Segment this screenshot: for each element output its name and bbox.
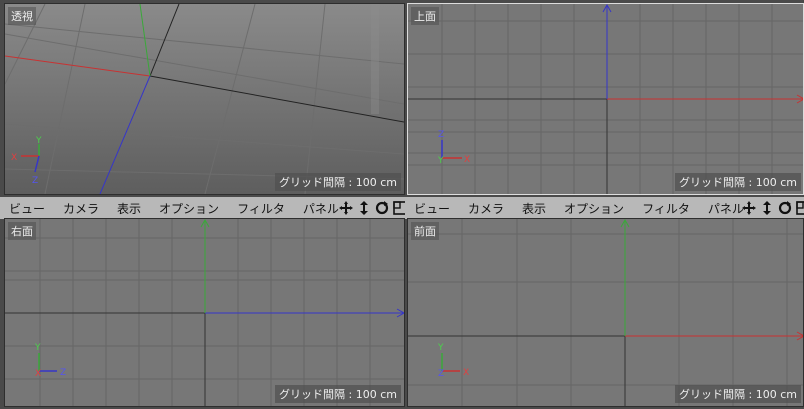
menu-camera[interactable]: カメラ — [468, 200, 504, 217]
front-viewport[interactable]: 前面 Y Z X グリッド間隔 : 100 cm — [408, 219, 804, 406]
move-view-icon[interactable] — [338, 200, 354, 216]
right-viewport[interactable]: 右面 Y X Z グリッド間隔 : 100 cm — [5, 219, 404, 406]
toggle-layout-icon[interactable] — [795, 200, 804, 216]
axis-gizmo-right: Y X Z — [34, 343, 66, 379]
axis-label-y: Y — [437, 343, 444, 353]
zoom-view-icon[interactable] — [759, 200, 775, 216]
axis-label-x: X — [463, 368, 469, 378]
menu-options[interactable]: オプション — [564, 200, 624, 217]
axis-gizmo-perspective: Y X Z — [11, 136, 42, 186]
axis-label-z: Z — [438, 130, 444, 140]
menu-camera[interactable]: カメラ — [63, 200, 99, 217]
menu-options[interactable]: オプション — [159, 200, 219, 217]
axis-gizmo-front: Y Z X — [437, 343, 469, 379]
axis-label-x: X — [464, 155, 470, 165]
menu-display[interactable]: 表示 — [117, 200, 141, 217]
axis-label-y: Y — [35, 136, 42, 146]
axis-label-z: Z — [438, 369, 444, 379]
viewport-label-perspective: 透視 — [8, 7, 36, 25]
top-viewport[interactable]: 上面 Z Y X グリッド間隔 : 100 cm — [408, 4, 804, 194]
grid-spacing-perspective: グリッド間隔 : 100 cm — [275, 173, 401, 191]
rotate-view-icon[interactable] — [374, 200, 390, 216]
axis-label-z: Z — [60, 368, 66, 378]
viewport-menubar-front: ビュー カメラ 表示 オプション フィルタ パネル — [405, 197, 804, 219]
move-view-icon[interactable] — [741, 200, 757, 216]
viewport-label-top: 上面 — [411, 7, 439, 25]
menu-display[interactable]: 表示 — [522, 200, 546, 217]
viewport-label-right: 右面 — [8, 222, 36, 240]
axis-label-z: Z — [32, 176, 38, 186]
menu-panel[interactable]: パネル — [303, 200, 339, 217]
axis-label-x: X — [11, 153, 17, 163]
axis-gizmo-top: Z Y X — [437, 130, 470, 166]
grid-spacing-right: グリッド間隔 : 100 cm — [275, 385, 401, 403]
menu-filter[interactable]: フィルタ — [642, 200, 690, 217]
zoom-view-icon[interactable] — [356, 200, 372, 216]
perspective-grid — [5, 4, 404, 194]
viewport-menubar-right: ビュー カメラ 表示 オプション フィルタ パネル — [0, 197, 407, 219]
menu-view[interactable]: ビュー — [414, 200, 450, 217]
grid-spacing-front: グリッド間隔 : 100 cm — [675, 385, 801, 403]
menu-view[interactable]: ビュー — [9, 200, 45, 217]
perspective-viewport[interactable]: 透視 Y X Z グリッド間隔 : 100 cm — [5, 4, 404, 194]
axis-label-x: X — [35, 369, 41, 379]
grid-spacing-top: グリッド間隔 : 100 cm — [675, 173, 801, 191]
menu-panel[interactable]: パネル — [708, 200, 744, 217]
viewport-label-front: 前面 — [411, 222, 439, 240]
axis-label-y: Y — [437, 156, 444, 166]
rotate-view-icon[interactable] — [777, 200, 793, 216]
menu-filter[interactable]: フィルタ — [237, 200, 285, 217]
axis-label-y: Y — [34, 343, 41, 353]
